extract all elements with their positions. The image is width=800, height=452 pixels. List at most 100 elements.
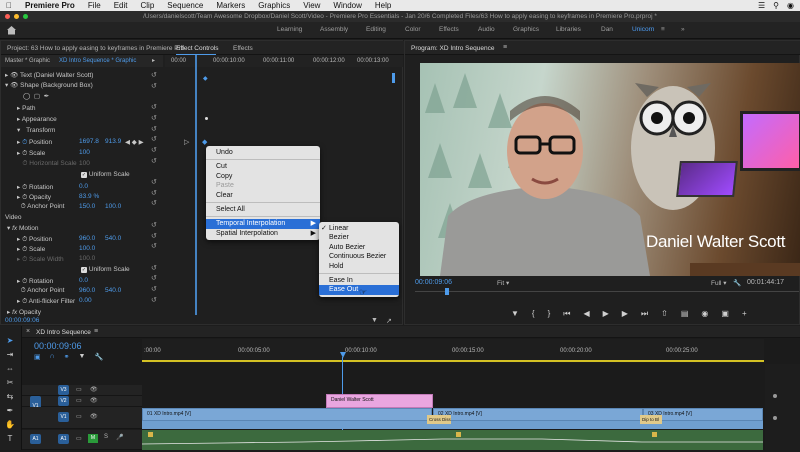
close-window-icon[interactable] [5,14,10,19]
linked-selection-icon[interactable]: ⚭ [64,353,70,361]
app-menu[interactable]: Premiere Pro [25,1,75,10]
stopwatch-icon[interactable]: ⏱ [22,298,27,305]
reset-icon[interactable]: ↺ [151,125,161,136]
motion-uniform-row[interactable]: ✓ Uniform Scale [81,266,130,273]
disclosure-icon[interactable]: ▾ 👁 [5,82,18,89]
solo-button[interactable]: S [104,434,108,440]
workspace-learning[interactable]: Learning [277,26,302,33]
stopwatch-icon[interactable]: ⏱ [22,139,27,146]
keyframe-nav-icon[interactable]: ◀ ◆ ▶ [125,138,144,146]
reset-icon[interactable]: ↺ [151,264,161,275]
menu-item-spatial-interpolation[interactable]: Spatial Interpolation ▶ [206,229,320,238]
lift-icon[interactable]: ⇧ [661,309,668,319]
slip-tool-icon[interactable]: ⇆ [5,392,15,402]
snap-icon[interactable]: ∩ [50,353,55,361]
reset-icon[interactable]: ↺ [151,146,161,157]
path-row[interactable]: ▸ Path [17,104,35,112]
add-marker-icon[interactable]: ▼ [79,353,86,361]
tab-effect-controls[interactable]: Effect Controls [176,45,219,52]
filter-icon[interactable]: ▼ [371,317,378,324]
text-layer-row[interactable]: ▸ 👁 Text (Daniel Walter Scott) [5,71,93,79]
menu-file[interactable]: File [88,1,101,10]
keyframe-diamond[interactable]: ▷ [184,138,189,146]
reset-icon[interactable]: ↺ [151,199,161,210]
panel-menu-icon[interactable]: ≡ [503,44,507,51]
fit-dropdown[interactable]: Fit ▾ [497,279,509,287]
reset-icon[interactable]: ↺ [151,232,161,243]
quality-dropdown[interactable]: Full ▾ [711,279,727,287]
tab-xd-intro-sequence[interactable]: XD Intro Sequence [36,329,91,336]
play-icon[interactable]: ▶ [603,309,609,319]
wifi-icon[interactable]: ☰ [758,1,765,10]
menu-sequence[interactable]: Sequence [167,1,203,10]
sync-lock-icon[interactable]: ▭ [76,413,82,420]
export-frame-icon[interactable]: ◉ [701,309,708,319]
workspace-color[interactable]: Color [405,26,421,33]
eye-icon[interactable]: 👁 [90,397,98,404]
track-target-v1[interactable]: V1 [58,412,69,422]
reset-icon[interactable]: ↺ [151,189,161,200]
scale-value[interactable]: 100 [79,149,90,156]
add-marker-icon[interactable]: ▼ [511,309,519,319]
fx-icon[interactable]: fx [12,309,17,316]
workspace-assembly[interactable]: Assembly [320,26,348,33]
stopwatch-icon[interactable]: ⏱ [22,194,27,201]
export-icon[interactable]: ↗ [386,317,392,325]
home-icon[interactable] [6,25,17,35]
anchor-y-value[interactable]: 100.0 [105,203,121,210]
transform-row[interactable]: ▾ Transform [17,126,55,134]
motion-rotation-value[interactable]: 0.0 [79,277,88,284]
scroll-handle[interactable] [773,394,777,398]
anchor-x-value[interactable]: 150.0 [79,203,95,210]
ripple-edit-tool-icon[interactable]: ⇔ [5,364,15,374]
reset-icon[interactable]: ↺ [151,71,161,82]
menu-window[interactable]: Window [333,1,361,10]
master-label[interactable]: Master * Graphic [5,58,50,64]
go-to-in-icon[interactable]: ⏮ [563,309,570,319]
playhead-line[interactable] [195,55,197,315]
add-button-icon[interactable]: + [742,309,747,319]
keyframe-diamond[interactable]: ◆ [203,75,208,82]
razor-tool-icon[interactable]: ✂ [5,378,15,388]
mute-button[interactable]: M [88,434,98,443]
menu-help[interactable]: Help [375,1,391,10]
close-tab-icon[interactable]: × [26,328,30,335]
tab-effects[interactable]: Effects [233,45,253,52]
video-clip-01[interactable]: 01 XD Intro.mp4 [V] [142,408,432,421]
reset-icon[interactable]: ↺ [151,274,161,285]
work-area-bar[interactable] [142,360,764,362]
motion-uniform-checkbox[interactable]: ✓ [81,267,87,273]
reset-icon[interactable]: ↺ [151,114,161,125]
workspace-dan[interactable]: Dan [601,26,613,33]
reset-icon[interactable]: ↺ [151,221,161,232]
graphic-clip[interactable]: Daniel Walter Scott [326,394,433,408]
type-tool-icon[interactable]: T [5,434,15,444]
keyframe-dot[interactable] [205,117,208,120]
workspace-graphics[interactable]: Graphics [513,26,539,33]
reset-icon[interactable]: ↺ [151,242,161,253]
sequence-clip-label[interactable]: XD Intro Sequence * Graphic [59,58,136,64]
stopwatch-icon[interactable]: ⏱ [22,184,27,191]
sync-lock-icon[interactable]: ▭ [76,435,82,442]
fx-icon[interactable]: fx [12,225,17,232]
reset-icon[interactable]: ↺ [151,296,161,307]
submenu-item-linear[interactable]: ✓ Linear [319,224,399,233]
shape-layer-row[interactable]: ▾ 👁 Shape (Background Box) [5,81,93,89]
opacity-effect-row[interactable]: ▸ fx Opacity [7,308,41,316]
step-back-icon[interactable]: ◀ [583,309,589,319]
control-center-icon[interactable]: ◉ [787,1,794,10]
timeline-ruler[interactable]: :00:00 00:00:05:00 00:00:10:00 00:00:15:… [142,339,764,363]
workspace-unicorn[interactable]: Unicorn [632,26,654,33]
scrollbar-thumb[interactable] [392,73,395,83]
submenu-item-auto-bezier[interactable]: Auto Bezier [319,243,399,252]
cross-dissolve-transition[interactable]: Cross Diss [427,415,451,424]
menu-item-clear[interactable]: Clear [206,191,320,200]
dip-to-black-transition[interactable]: Dip to Bl [640,415,662,424]
compare-icon[interactable]: ▣ [721,309,729,319]
scroll-handle[interactable] [773,416,777,420]
hand-tool-icon[interactable]: ✋ [5,420,15,430]
motion-anchor-y[interactable]: 540.0 [105,287,121,294]
stopwatch-icon[interactable]: ⏱ [21,287,26,294]
appearance-row[interactable]: ▸ Appearance [17,115,57,123]
video-clip-02[interactable]: 02 XD Intro.mp4 [V] [433,408,643,421]
